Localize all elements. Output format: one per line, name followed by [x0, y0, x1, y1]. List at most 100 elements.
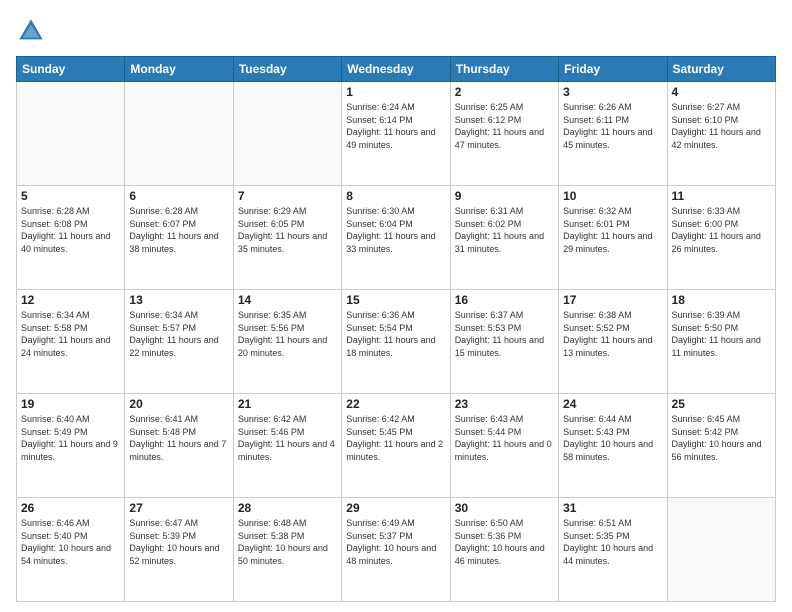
day-number: 13 [129, 293, 228, 307]
day-info: Sunrise: 6:45 AM Sunset: 5:42 PM Dayligh… [672, 413, 771, 463]
calendar-cell: 31 Sunrise: 6:51 AM Sunset: 5:35 PM Dayli… [559, 498, 667, 602]
calendar-week-5: 26 Sunrise: 6:46 AM Sunset: 5:40 PM Dayli… [17, 498, 776, 602]
calendar-cell: 21 Sunrise: 6:42 AM Sunset: 5:46 PM Dayli… [233, 394, 341, 498]
day-info: Sunrise: 6:50 AM Sunset: 5:36 PM Dayligh… [455, 517, 554, 567]
calendar-header-tuesday: Tuesday [233, 57, 341, 82]
day-info: Sunrise: 6:34 AM Sunset: 5:58 PM Dayligh… [21, 309, 120, 359]
calendar-cell: 15 Sunrise: 6:36 AM Sunset: 5:54 PM Dayli… [342, 290, 450, 394]
calendar-cell: 27Sunrise: 6:47 AM Sunset: 5:39 PM Dayli… [125, 498, 233, 602]
day-number: 31 [563, 501, 662, 515]
day-info: Sunrise: 6:27 AM Sunset: 6:10 PM Dayligh… [672, 101, 771, 151]
calendar-cell: 30 Sunrise: 6:50 AM Sunset: 5:36 PM Dayli… [450, 498, 558, 602]
calendar-cell: 24 Sunrise: 6:44 AM Sunset: 5:43 PM Dayli… [559, 394, 667, 498]
calendar-cell: 12 Sunrise: 6:34 AM Sunset: 5:58 PM Dayli… [17, 290, 125, 394]
calendar-header-wednesday: Wednesday [342, 57, 450, 82]
day-number: 30 [455, 501, 554, 515]
calendar-header-friday: Friday [559, 57, 667, 82]
day-info: Sunrise: 6:35 AM Sunset: 5:56 PM Dayligh… [238, 309, 337, 359]
day-info: Sunrise: 6:36 AM Sunset: 5:54 PM Dayligh… [346, 309, 445, 359]
day-number: 4 [672, 85, 771, 99]
day-number: 28 [238, 501, 337, 515]
day-number: 18 [672, 293, 771, 307]
calendar-header-thursday: Thursday [450, 57, 558, 82]
header [16, 16, 776, 46]
day-info: Sunrise: 6:47 AM Sunset: 5:39 PM Dayligh… [129, 517, 228, 567]
calendar-cell [233, 82, 341, 186]
day-number: 11 [672, 189, 771, 203]
day-number: 23 [455, 397, 554, 411]
day-info: Sunrise: 6:34 AM Sunset: 5:57 PM Dayligh… [129, 309, 228, 359]
day-info: Sunrise: 6:39 AM Sunset: 5:50 PM Dayligh… [672, 309, 771, 359]
calendar-week-4: 19Sunrise: 6:40 AM Sunset: 5:49 PM Dayli… [17, 394, 776, 498]
day-number: 26 [21, 501, 120, 515]
calendar-week-1: 1Sunrise: 6:24 AM Sunset: 6:14 PM Daylig… [17, 82, 776, 186]
day-number: 2 [455, 85, 554, 99]
day-info: Sunrise: 6:46 AM Sunset: 5:40 PM Dayligh… [21, 517, 120, 567]
logo-icon [16, 16, 46, 46]
calendar-cell: 7Sunrise: 6:29 AM Sunset: 6:05 PM Daylig… [233, 186, 341, 290]
day-number: 6 [129, 189, 228, 203]
calendar-cell: 19Sunrise: 6:40 AM Sunset: 5:49 PM Dayli… [17, 394, 125, 498]
day-info: Sunrise: 6:31 AM Sunset: 6:02 PM Dayligh… [455, 205, 554, 255]
calendar-cell: 22Sunrise: 6:42 AM Sunset: 5:45 PM Dayli… [342, 394, 450, 498]
day-number: 21 [238, 397, 337, 411]
day-number: 24 [563, 397, 662, 411]
calendar-cell: 13 Sunrise: 6:34 AM Sunset: 5:57 PM Dayli… [125, 290, 233, 394]
day-number: 25 [672, 397, 771, 411]
day-info: Sunrise: 6:33 AM Sunset: 6:00 PM Dayligh… [672, 205, 771, 255]
day-number: 3 [563, 85, 662, 99]
calendar-cell: 8 Sunrise: 6:30 AM Sunset: 6:04 PM Daylig… [342, 186, 450, 290]
day-number: 12 [21, 293, 120, 307]
calendar-cell: 20 Sunrise: 6:41 AM Sunset: 5:48 PM Dayli… [125, 394, 233, 498]
day-info: Sunrise: 6:41 AM Sunset: 5:48 PM Dayligh… [129, 413, 228, 463]
day-info: Sunrise: 6:51 AM Sunset: 5:35 PM Dayligh… [563, 517, 662, 567]
day-number: 14 [238, 293, 337, 307]
day-number: 5 [21, 189, 120, 203]
calendar-cell: 28 Sunrise: 6:48 AM Sunset: 5:38 PM Dayli… [233, 498, 341, 602]
calendar-cell: 5 Sunrise: 6:28 AM Sunset: 6:08 PM Daylig… [17, 186, 125, 290]
calendar-cell: 2Sunrise: 6:25 AM Sunset: 6:12 PM Daylig… [450, 82, 558, 186]
calendar-week-3: 12 Sunrise: 6:34 AM Sunset: 5:58 PM Dayli… [17, 290, 776, 394]
day-info: Sunrise: 6:40 AM Sunset: 5:49 PM Dayligh… [21, 413, 120, 463]
calendar-cell: 16 Sunrise: 6:37 AM Sunset: 5:53 PM Dayli… [450, 290, 558, 394]
calendar-cell: 18 Sunrise: 6:39 AM Sunset: 5:50 PM Dayli… [667, 290, 775, 394]
calendar-table: SundayMondayTuesdayWednesdayThursdayFrid… [16, 56, 776, 602]
day-number: 29 [346, 501, 445, 515]
calendar-cell: 3 Sunrise: 6:26 AM Sunset: 6:11 PM Daylig… [559, 82, 667, 186]
day-info: Sunrise: 6:37 AM Sunset: 5:53 PM Dayligh… [455, 309, 554, 359]
calendar-header-monday: Monday [125, 57, 233, 82]
calendar-cell: 9 Sunrise: 6:31 AM Sunset: 6:02 PM Daylig… [450, 186, 558, 290]
calendar-cell: 29Sunrise: 6:49 AM Sunset: 5:37 PM Dayli… [342, 498, 450, 602]
calendar-cell: 25 Sunrise: 6:45 AM Sunset: 5:42 PM Dayli… [667, 394, 775, 498]
calendar-cell: 10 Sunrise: 6:32 AM Sunset: 6:01 PM Dayli… [559, 186, 667, 290]
day-info: Sunrise: 6:26 AM Sunset: 6:11 PM Dayligh… [563, 101, 662, 151]
calendar-cell: 4 Sunrise: 6:27 AM Sunset: 6:10 PM Daylig… [667, 82, 775, 186]
day-info: Sunrise: 6:28 AM Sunset: 6:07 PM Dayligh… [129, 205, 228, 255]
calendar-cell: 14 Sunrise: 6:35 AM Sunset: 5:56 PM Dayli… [233, 290, 341, 394]
calendar-cell [17, 82, 125, 186]
day-number: 20 [129, 397, 228, 411]
day-info: Sunrise: 6:42 AM Sunset: 5:46 PM Dayligh… [238, 413, 337, 463]
day-info: Sunrise: 6:30 AM Sunset: 6:04 PM Dayligh… [346, 205, 445, 255]
day-number: 1 [346, 85, 445, 99]
day-number: 9 [455, 189, 554, 203]
day-number: 10 [563, 189, 662, 203]
calendar-cell [125, 82, 233, 186]
day-info: Sunrise: 6:44 AM Sunset: 5:43 PM Dayligh… [563, 413, 662, 463]
day-info: Sunrise: 6:43 AM Sunset: 5:44 PM Dayligh… [455, 413, 554, 463]
calendar-cell: 17 Sunrise: 6:38 AM Sunset: 5:52 PM Dayli… [559, 290, 667, 394]
calendar-cell: 26 Sunrise: 6:46 AM Sunset: 5:40 PM Dayli… [17, 498, 125, 602]
day-info: Sunrise: 6:38 AM Sunset: 5:52 PM Dayligh… [563, 309, 662, 359]
calendar-header-row: SundayMondayTuesdayWednesdayThursdayFrid… [17, 57, 776, 82]
day-number: 15 [346, 293, 445, 307]
calendar-header-saturday: Saturday [667, 57, 775, 82]
day-info: Sunrise: 6:48 AM Sunset: 5:38 PM Dayligh… [238, 517, 337, 567]
day-number: 16 [455, 293, 554, 307]
day-info: Sunrise: 6:42 AM Sunset: 5:45 PM Dayligh… [346, 413, 445, 463]
calendar-week-2: 5 Sunrise: 6:28 AM Sunset: 6:08 PM Daylig… [17, 186, 776, 290]
day-number: 8 [346, 189, 445, 203]
day-number: 17 [563, 293, 662, 307]
day-info: Sunrise: 6:32 AM Sunset: 6:01 PM Dayligh… [563, 205, 662, 255]
page: SundayMondayTuesdayWednesdayThursdayFrid… [0, 0, 792, 612]
day-info: Sunrise: 6:28 AM Sunset: 6:08 PM Dayligh… [21, 205, 120, 255]
